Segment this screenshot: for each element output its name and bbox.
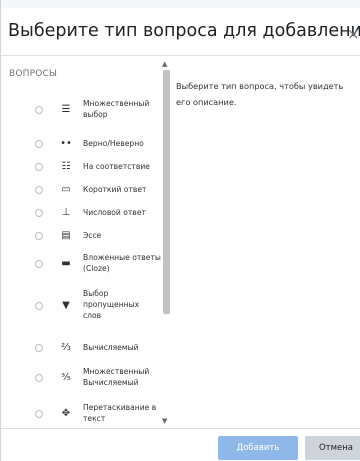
question-type-label: Верно/Неверно	[83, 139, 144, 148]
radio-button[interactable]	[35, 344, 43, 352]
add-button[interactable]: Добавить	[218, 436, 298, 460]
list-item[interactable]: •• Верно/Неверно	[9, 134, 161, 154]
two-dots-icon: ••	[60, 138, 72, 149]
question-type-label: Выбор пропущенных слов	[83, 289, 140, 320]
dialog-header: Выберите тип вопроса для добавления ×	[1, 8, 360, 56]
question-type-label: Числовой ответ	[83, 208, 146, 217]
list-item[interactable]: ▬ Вложенные ответы (Cloze)	[9, 248, 161, 278]
question-type-label: Множественный Вычисляемый	[83, 367, 150, 387]
list-scrollbar[interactable]: ▲ ▼	[161, 60, 171, 429]
radio-button[interactable]	[35, 163, 43, 171]
list-bullets-icon: ☰	[61, 104, 71, 115]
radio-button[interactable]	[35, 186, 43, 194]
dialog-title: Выберите тип вопроса для добавления	[8, 21, 360, 41]
list-item[interactable]: ▤ Эссе	[9, 226, 161, 246]
question-type-label: Перетаскивание в текст	[83, 403, 157, 423]
question-type-label: Короткий ответ	[83, 185, 147, 194]
radio-button[interactable]	[35, 302, 43, 310]
scroll-up-arrow-icon[interactable]: ▲	[162, 60, 167, 68]
short-answer-box-icon: ▭	[61, 184, 71, 195]
choose-question-type-dialog: Выберите тип вопроса для добавления × ВО…	[0, 0, 360, 461]
list-item[interactable]: ⊥ Числовой ответ	[9, 203, 161, 223]
radio-button[interactable]	[35, 232, 43, 240]
list-item[interactable]: ✥ Перетаскивание в текст	[9, 398, 161, 428]
drag-move-icon: ✥	[61, 408, 71, 419]
list-item[interactable]: ☷ На соответствие	[9, 157, 161, 177]
grid-match-icon: ☷	[61, 161, 71, 172]
list-item[interactable]: ☰ Множественный выбор	[9, 96, 161, 122]
question-type-label: Эссе	[83, 231, 102, 240]
question-type-label: На соответствие	[83, 162, 150, 171]
question-type-label: Вычисляемый	[83, 343, 139, 352]
dropdown-arrow-icon: ▼	[62, 300, 70, 311]
radio-button[interactable]	[35, 140, 43, 148]
cancel-button[interactable]: Отмена	[305, 436, 360, 460]
list-item[interactable]: ⅗ Множественный Вычисляемый	[9, 362, 161, 392]
list-item[interactable]: ⅔ Вычисляемый	[9, 338, 161, 358]
description-panel	[172, 56, 360, 428]
scroll-down-arrow-icon[interactable]: ▼	[162, 417, 167, 425]
list-item[interactable]: ▭ Короткий ответ	[9, 180, 161, 200]
radio-button[interactable]	[35, 260, 43, 268]
radio-button[interactable]	[35, 209, 43, 217]
radio-button[interactable]	[35, 106, 43, 114]
question-type-description: Выберите тип вопроса, чтобы увидеть его …	[176, 81, 344, 107]
cloze-icon: ▬	[61, 258, 71, 269]
scrollbar-thumb[interactable]	[163, 70, 170, 314]
radio-button[interactable]	[35, 374, 43, 382]
question-type-list[interactable]: ☰ Множественный выбор •• Верно/Неверно ☷…	[9, 56, 161, 428]
calculated-icon: ⅔	[61, 342, 71, 353]
close-icon[interactable]: ×	[347, 25, 360, 43]
radio-button[interactable]	[35, 410, 43, 418]
list-item[interactable]: ▼ Выбор пропущенных слов	[9, 284, 161, 328]
essay-page-icon: ▤	[61, 230, 71, 241]
numeric-icon: ⊥	[61, 207, 71, 218]
question-type-label: Множественный выбор	[83, 99, 150, 119]
question-type-label: Вложенные ответы (Cloze)	[83, 253, 161, 273]
dialog-top-strip	[1, 0, 360, 8]
multi-calculated-icon: ⅗	[61, 372, 71, 383]
